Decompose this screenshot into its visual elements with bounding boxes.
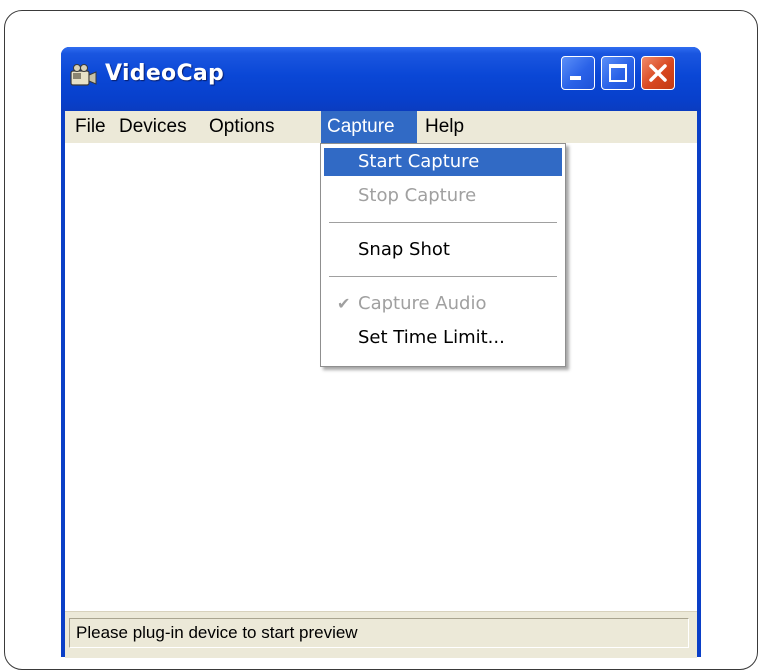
- menu-devices[interactable]: Devices: [113, 111, 193, 143]
- stop-capture-item[interactable]: Stop Capture: [324, 182, 562, 210]
- snap-shot-item[interactable]: Snap Shot: [324, 236, 562, 264]
- client-area: File Devices Options Capture Help Start …: [65, 111, 697, 658]
- menu-options[interactable]: Options: [203, 111, 280, 143]
- capture-audio-item[interactable]: ✔ Capture Audio: [324, 290, 562, 318]
- window-title: VideoCap: [105, 61, 225, 86]
- close-icon: [649, 64, 667, 82]
- status-bar: Please plug-in device to start preview: [65, 611, 697, 658]
- capture-menu: Start Capture Stop Capture Snap Shot ✔ C…: [320, 143, 566, 367]
- maximize-icon: [609, 64, 627, 82]
- maximize-button[interactable]: [601, 56, 635, 90]
- menu-separator: [329, 222, 557, 223]
- set-time-limit-item[interactable]: Set Time Limit...: [324, 324, 562, 352]
- status-text: Please plug-in device to start preview: [69, 618, 689, 648]
- start-capture-item[interactable]: Start Capture: [324, 148, 562, 176]
- capture-audio-label: Capture Audio: [358, 293, 487, 314]
- checkmark-icon: ✔: [337, 294, 351, 313]
- menu-separator: [329, 276, 557, 277]
- minimize-icon: [570, 76, 581, 80]
- menu-bar: File Devices Options Capture Help: [65, 111, 697, 143]
- videocap-window: VideoCap File Devices Options Capture He: [61, 47, 701, 658]
- menu-file[interactable]: File: [69, 111, 112, 143]
- camcorder-icon: [70, 64, 97, 86]
- menu-capture[interactable]: Capture: [321, 111, 417, 143]
- minimize-button[interactable]: [561, 56, 595, 90]
- close-button[interactable]: [641, 56, 675, 90]
- title-bar[interactable]: VideoCap: [61, 47, 701, 111]
- menu-help[interactable]: Help: [419, 111, 470, 143]
